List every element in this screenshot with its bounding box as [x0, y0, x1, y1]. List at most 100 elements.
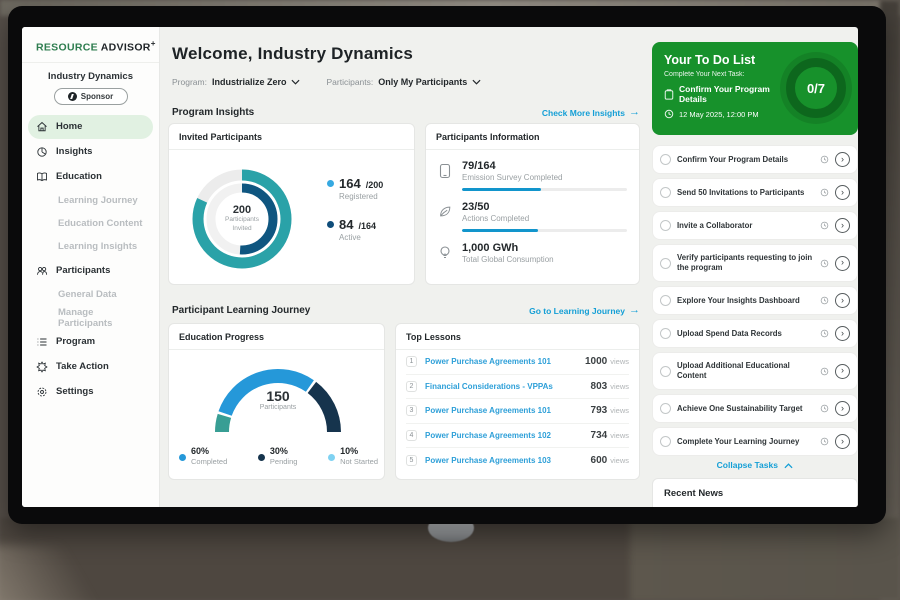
sidebar-item-label: Manage Participants: [58, 307, 145, 329]
sidebar-item-label: Settings: [56, 386, 93, 397]
invited-count: 200: [233, 204, 251, 216]
check-more-insights-link[interactable]: Check More Insights→: [542, 107, 640, 118]
task-label: Upload Spend Data Records: [677, 329, 814, 339]
lesson-row-3[interactable]: 3 Power Purchase Agreements 101 793views: [406, 399, 629, 424]
sidebar-item-label: Education Content: [58, 218, 142, 229]
task-checkbox[interactable]: [660, 366, 671, 377]
sidebar-item-label: General Data: [58, 289, 117, 300]
lesson-link[interactable]: Power Purchase Agreements 101: [425, 357, 585, 366]
task-open-button[interactable]: ›: [835, 218, 850, 233]
pending-dot-icon: [258, 454, 265, 461]
task-open-button[interactable]: ›: [835, 256, 850, 271]
sidebar-item-settings[interactable]: Settings: [28, 380, 153, 404]
sidebar-item-take-action[interactable]: Take Action: [28, 355, 153, 379]
lesson-rank: 3: [406, 405, 417, 416]
completed-label: Completed: [191, 457, 227, 466]
lesson-row-2[interactable]: 2 Financial Considerations - VPPAs 803vi…: [406, 375, 629, 400]
task-open-button[interactable]: ›: [835, 293, 850, 308]
education-gauge-chart: 150 Participants: [203, 360, 353, 440]
education-legend: 60%Completed 30%Pending 10%Not Started: [179, 446, 378, 466]
sidebar-item-learning-insights[interactable]: Learning Insights: [28, 236, 153, 258]
legend-completed: 60%Completed: [179, 446, 227, 466]
lesson-views-suffix: views: [610, 456, 629, 465]
invited-label-line2: Invited: [232, 225, 251, 234]
sidebar-item-insights[interactable]: Insights: [28, 140, 153, 164]
go-to-learning-journey-link[interactable]: Go to Learning Journey→: [529, 305, 640, 316]
education-progress-card: Education Progress 150 Participants 60%C…: [168, 323, 385, 480]
task-list: Confirm Your Program Details › Send 50 I…: [652, 145, 858, 460]
sidebar-item-learning-journey[interactable]: Learning Journey: [28, 190, 153, 212]
task-row-7[interactable]: Upload Additional Educational Content ›: [652, 352, 858, 390]
lesson-views: 1000: [585, 356, 607, 367]
collapse-tasks-link[interactable]: Collapse Tasks: [652, 460, 858, 470]
task-row-9[interactable]: Complete Your Learning Journey ›: [652, 427, 858, 456]
task-checkbox[interactable]: [660, 258, 671, 269]
task-checkbox[interactable]: [660, 220, 671, 231]
lesson-link[interactable]: Power Purchase Agreements 102: [425, 431, 591, 440]
task-label: Confirm Your Program Details: [677, 155, 814, 165]
lesson-row-1[interactable]: 1 Power Purchase Agreements 101 1000view…: [406, 350, 629, 375]
lesson-views: 793: [591, 405, 608, 416]
sidebar-item-education-content[interactable]: Education Content: [28, 213, 153, 235]
task-row-2[interactable]: Send 50 Invitations to Participants ›: [652, 178, 858, 207]
lesson-views-suffix: views: [610, 406, 629, 415]
task-row-4[interactable]: Verify participants requesting to join t…: [652, 244, 858, 282]
program-select[interactable]: Program: Industrialize Zero: [172, 77, 300, 87]
lesson-rank: 5: [406, 455, 417, 466]
lesson-link[interactable]: Power Purchase Agreements 103: [425, 456, 591, 465]
todo-next-task-label: Confirm Your Program Details: [679, 84, 788, 104]
task-open-button[interactable]: ›: [835, 434, 850, 449]
task-row-6[interactable]: Upload Spend Data Records ›: [652, 319, 858, 348]
task-checkbox[interactable]: [660, 295, 671, 306]
task-row-1[interactable]: Confirm Your Program Details ›: [652, 145, 858, 174]
task-open-button[interactable]: ›: [835, 152, 850, 167]
sidebar-item-program[interactable]: Program: [28, 330, 153, 354]
consumption-label: Total Global Consumption: [462, 255, 627, 264]
sidebar-nav: Home Insights Education Learning Journey…: [22, 115, 159, 404]
participants-select[interactable]: Participants: Only My Participants: [326, 77, 481, 87]
task-checkbox[interactable]: [660, 328, 671, 339]
active-label: Active: [339, 233, 383, 242]
recent-news-title: Recent News: [664, 488, 857, 499]
actions-completed-row: 23/50 Actions Completed: [438, 201, 627, 232]
app-logo: RESOURCE ADVISOR+: [22, 27, 159, 63]
legend-not-started: 10%Not Started: [328, 446, 378, 466]
lesson-link[interactable]: Financial Considerations - VPPAs: [425, 382, 591, 391]
lesson-link[interactable]: Power Purchase Agreements 101: [425, 406, 591, 415]
task-row-5[interactable]: Explore Your Insights Dashboard ›: [652, 286, 858, 315]
link-label: Go to Learning Journey: [529, 306, 625, 316]
task-row-3[interactable]: Invite a Collaborator ›: [652, 211, 858, 240]
participants-select-value: Only My Participants: [378, 77, 467, 87]
task-open-button[interactable]: ›: [835, 185, 850, 200]
sidebar-item-general-data[interactable]: General Data: [28, 284, 153, 306]
task-open-button[interactable]: ›: [835, 326, 850, 341]
actions-completed-bar: [462, 229, 627, 232]
gauge-count-label: Participants: [203, 404, 353, 411]
clipboard-icon: [664, 89, 674, 100]
task-checkbox[interactable]: [660, 154, 671, 165]
task-checkbox[interactable]: [660, 436, 671, 447]
sponsor-badge[interactable]: Sponsor: [54, 88, 128, 105]
task-checkbox[interactable]: [660, 187, 671, 198]
task-row-8[interactable]: Achieve One Sustainability Target ›: [652, 394, 858, 423]
task-open-button[interactable]: ›: [835, 364, 850, 379]
pending-clock-icon: [820, 259, 829, 268]
survey-icon: [438, 163, 452, 179]
sidebar-item-participants[interactable]: Participants: [28, 259, 153, 283]
pending-clock-icon: [820, 221, 829, 230]
task-label: Achieve One Sustainability Target: [677, 404, 814, 414]
arrow-right-icon: →: [629, 107, 640, 118]
sidebar-item-label: Program: [56, 336, 95, 347]
task-checkbox[interactable]: [660, 403, 671, 414]
sidebar-item-manage-participants[interactable]: Manage Participants: [28, 307, 153, 329]
invited-donut-chart: 200 Participants Invited: [187, 164, 297, 274]
emission-survey-value: 79/164: [462, 160, 627, 172]
registered-total: /200: [366, 180, 384, 190]
sidebar-item-home[interactable]: Home: [28, 115, 153, 139]
lesson-row-4[interactable]: 4 Power Purchase Agreements 102 734views: [406, 424, 629, 449]
task-open-button[interactable]: ›: [835, 401, 850, 416]
org-name: Industry Dynamics: [22, 71, 159, 82]
sidebar-item-education[interactable]: Education: [28, 165, 153, 189]
card-title-info: Participants Information: [426, 124, 639, 150]
lesson-row-5[interactable]: 5 Power Purchase Agreements 103 600views: [406, 448, 629, 473]
